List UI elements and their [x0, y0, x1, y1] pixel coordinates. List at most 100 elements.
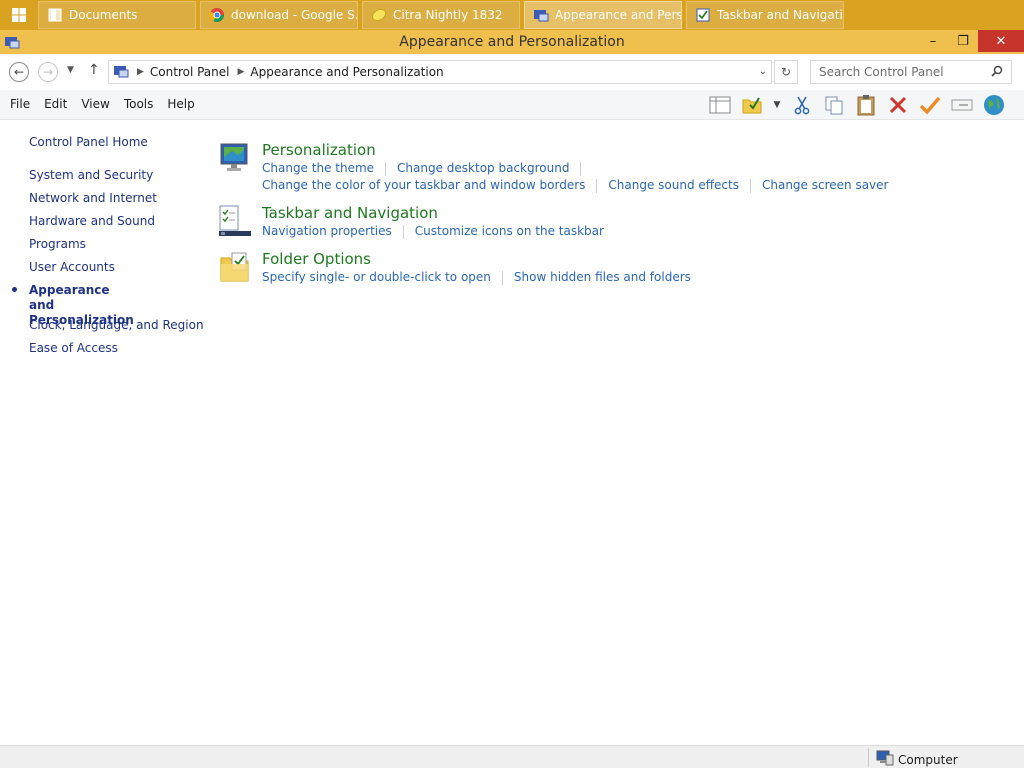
layout-icon — [709, 96, 731, 114]
start-button[interactable] — [0, 0, 38, 30]
menu-file[interactable]: File — [10, 97, 30, 111]
breadcrumb-control-panel[interactable]: Control Panel — [150, 65, 230, 79]
taskbar-item-citra[interactable]: Citra Nightly 1832 — [362, 1, 520, 29]
section-title[interactable]: Folder Options — [262, 250, 371, 268]
status-divider — [868, 748, 869, 767]
taskbar: Documents download - Google S... Citra N… — [0, 0, 1024, 30]
close-icon: ✕ — [995, 33, 1007, 49]
delete-icon — [889, 96, 907, 114]
forward-button[interactable]: → — [38, 62, 58, 82]
paste-button[interactable] — [850, 92, 882, 118]
breadcrumb-appearance[interactable]: Appearance and Personalization — [250, 65, 443, 79]
address-bar[interactable]: ▶ Control Panel ▶ Appearance and Persona… — [108, 60, 772, 84]
link-separator — [385, 162, 387, 176]
link-show-hidden-files[interactable]: Show hidden files and folders — [514, 270, 691, 285]
sidebar-item-system-security[interactable]: System and Security — [29, 168, 153, 183]
search-icon — [991, 65, 1003, 80]
personalization-icon — [218, 141, 252, 175]
section-title[interactable]: Personalization — [262, 141, 376, 159]
taskbar-item-label: Taskbar and Navigati... — [717, 8, 844, 22]
taskbar-item-label: Citra Nightly 1832 — [393, 8, 503, 22]
taskbar-item-label: Appearance and Pers... — [555, 8, 682, 22]
cut-button[interactable] — [786, 92, 818, 118]
sidebar-item-user-accounts[interactable]: User Accounts — [29, 260, 115, 275]
organize-dropdown[interactable]: ▼ — [768, 92, 786, 118]
status-computer-label: Computer — [898, 752, 958, 767]
sidebar-item-ease-of-access[interactable]: Ease of Access — [29, 341, 118, 356]
restore-button[interactable]: ❐ — [948, 30, 978, 52]
sidebar-item-control-panel-home[interactable]: Control Panel Home — [29, 135, 148, 150]
link-change-taskbar-color[interactable]: Change the color of your taskbar and win… — [262, 178, 585, 193]
taskbar-item-label: download - Google S... — [231, 8, 358, 22]
link-separator — [749, 179, 751, 193]
status-bar: Computer — [0, 745, 1024, 768]
section-title[interactable]: Taskbar and Navigation — [262, 204, 438, 222]
current-item-bullet — [12, 287, 17, 292]
toolbar: ▼ — [704, 92, 1010, 118]
back-button[interactable]: ← — [9, 62, 29, 82]
network-button[interactable] — [978, 92, 1010, 118]
dropdown-arrow-icon: ▼ — [773, 100, 781, 110]
restore-icon: ❐ — [957, 33, 969, 49]
rename-icon — [951, 99, 973, 111]
control-panel-icon — [113, 63, 129, 82]
link-navigation-properties[interactable]: Navigation properties — [262, 224, 392, 239]
link-change-desktop-background[interactable]: Change desktop background — [397, 161, 569, 176]
breadcrumb-separator-icon: ▶ — [137, 67, 144, 77]
sidebar-item-network[interactable]: Network and Internet — [29, 191, 157, 206]
close-button[interactable]: ✕ — [978, 30, 1024, 52]
properties-button[interactable] — [914, 92, 946, 118]
chrome-icon — [209, 7, 225, 23]
link-separator — [580, 162, 582, 176]
taskbar-item-label: Documents — [69, 8, 138, 22]
documents-folder-icon — [47, 7, 63, 23]
paste-icon — [857, 95, 875, 116]
link-separator — [596, 179, 598, 193]
menu-tools[interactable]: Tools — [124, 97, 154, 111]
up-arrow-icon[interactable]: ↑ — [88, 62, 100, 78]
link-change-screen-saver[interactable]: Change screen saver — [762, 178, 889, 193]
delete-button[interactable] — [882, 92, 914, 118]
folder-check-button[interactable] — [736, 92, 768, 118]
recent-locations-dropdown[interactable]: ▼ — [67, 65, 74, 75]
menu-view[interactable]: View — [81, 97, 109, 111]
copy-button[interactable] — [818, 92, 850, 118]
refresh-button[interactable]: ↻ — [774, 60, 798, 84]
globe-icon — [984, 95, 1004, 115]
sidebar-item-programs[interactable]: Programs — [29, 237, 86, 252]
taskbar-item-chrome[interactable]: download - Google S... — [200, 1, 358, 29]
link-change-theme[interactable]: Change the theme — [262, 161, 374, 176]
link-separator — [402, 225, 404, 239]
menu-bar: File Edit View Tools Help ▼ — [0, 90, 1024, 120]
copy-icon — [825, 96, 843, 115]
windows-logo-icon — [12, 8, 26, 22]
control-panel-icon — [533, 7, 549, 23]
link-customize-taskbar-icons[interactable]: Customize icons on the taskbar — [415, 224, 604, 239]
breadcrumb-separator-icon: ▶ — [237, 67, 245, 77]
menu-help[interactable]: Help — [167, 97, 194, 111]
taskbar-icon — [218, 204, 252, 238]
taskbar-item-appearance[interactable]: Appearance and Pers... — [524, 1, 682, 29]
link-change-sound-effects[interactable]: Change sound effects — [608, 178, 739, 193]
folder-options-icon — [218, 250, 252, 284]
address-row: ← → ▼ ↑ ▶ Control Panel ▶ Appearance and… — [0, 54, 1024, 90]
taskbar-item-documents[interactable]: Documents — [38, 1, 196, 29]
sidebar-item-clock-language[interactable]: Clock, Language, and Region — [29, 318, 204, 333]
minimize-icon: – — [929, 33, 937, 49]
menu-edit[interactable]: Edit — [44, 97, 67, 111]
sidebar-item-hardware[interactable]: Hardware and Sound — [29, 214, 155, 229]
folder-check-icon — [742, 97, 762, 114]
rename-button[interactable] — [946, 92, 978, 118]
citra-icon — [371, 7, 387, 23]
link-single-double-click[interactable]: Specify single- or double-click to open — [262, 270, 491, 285]
taskbar-item-taskbar-nav[interactable]: Taskbar and Navigati... — [686, 1, 844, 29]
window-titlebar: Appearance and Personalization – ❐ ✕ — [0, 30, 1024, 54]
computer-icon — [876, 750, 894, 768]
layout-button[interactable] — [704, 92, 736, 118]
search-input[interactable]: Search Control Panel — [810, 60, 1012, 84]
cut-icon — [794, 96, 810, 115]
window-title: Appearance and Personalization — [399, 34, 625, 50]
minimize-button[interactable]: – — [918, 30, 948, 52]
address-dropdown-icon[interactable]: ⌄ — [759, 66, 767, 77]
back-arrow-icon: ← — [13, 65, 25, 79]
